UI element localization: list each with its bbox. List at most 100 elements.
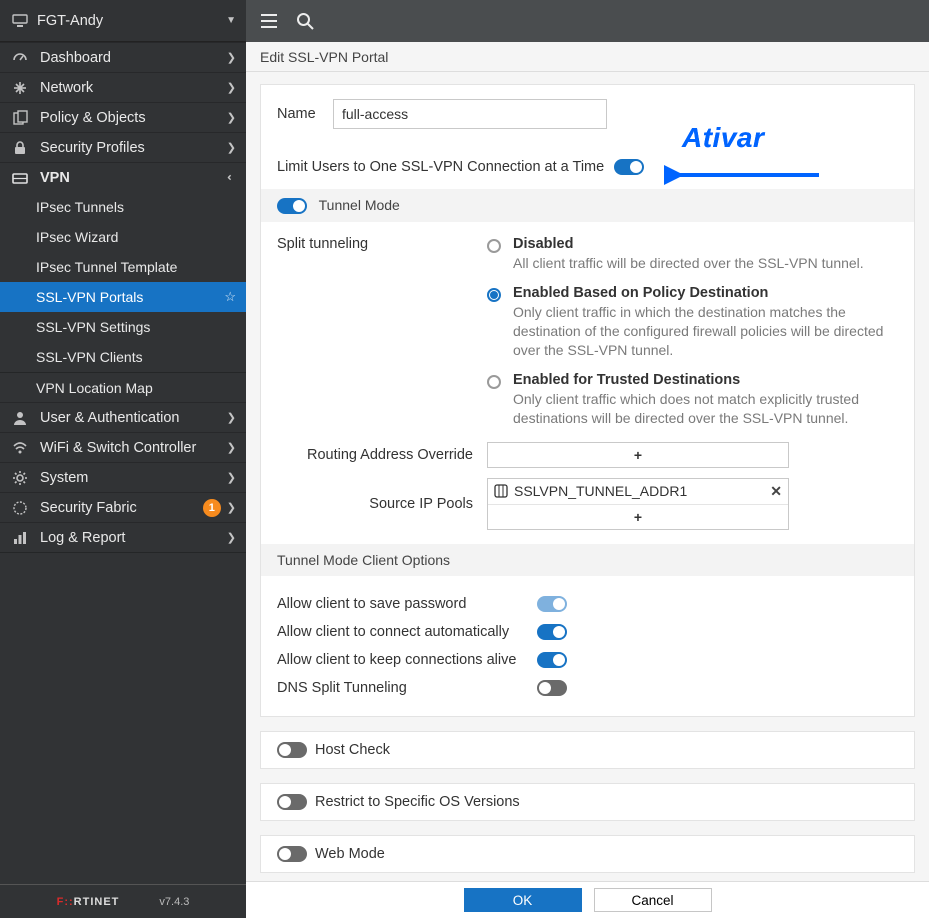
vpn-icon bbox=[12, 170, 30, 186]
split-option-trusted[interactable] bbox=[487, 375, 501, 389]
chevron-right-icon: ❯ bbox=[227, 51, 236, 64]
opt-title: Enabled Based on Policy Destination bbox=[513, 285, 898, 301]
section-restrict-os[interactable]: Restrict to Specific OS Versions bbox=[261, 784, 914, 820]
nav-label: WiFi & Switch Controller bbox=[40, 440, 227, 456]
network-icon bbox=[12, 80, 30, 96]
host-check-toggle[interactable] bbox=[277, 742, 307, 758]
subnav-label: SSL-VPN Portals bbox=[36, 289, 224, 305]
nav-user-auth[interactable]: User & Authentication ❯ bbox=[0, 402, 246, 432]
star-icon[interactable]: ☆ bbox=[224, 289, 236, 305]
chevron-right-icon: ❯ bbox=[227, 141, 236, 154]
subnav-ipsec-tunnel-template[interactable]: IPsec Tunnel Template bbox=[0, 252, 246, 282]
hamburger-icon[interactable] bbox=[260, 13, 278, 29]
limit-users-toggle[interactable] bbox=[614, 159, 644, 175]
opt-keep-alive: Allow client to keep connections alive bbox=[277, 652, 537, 668]
device-selector[interactable]: FGT-Andy ▼ bbox=[0, 0, 246, 42]
nav-label: Policy & Objects bbox=[40, 110, 227, 126]
brand-logo: F::RTINET bbox=[57, 896, 120, 908]
name-label: Name bbox=[277, 106, 333, 122]
subnav-sslvpn-clients[interactable]: SSL-VPN Clients bbox=[0, 342, 246, 372]
split-option-disabled[interactable] bbox=[487, 239, 501, 253]
source-ip-add[interactable]: + bbox=[488, 505, 788, 529]
section-host-check[interactable]: Host Check bbox=[261, 732, 914, 768]
toggle-save-password[interactable] bbox=[537, 596, 567, 612]
device-icon bbox=[12, 14, 28, 28]
nav-label: Dashboard bbox=[40, 50, 227, 66]
nav-log-report[interactable]: Log & Report ❯ bbox=[0, 522, 246, 552]
cancel-button[interactable]: Cancel bbox=[594, 888, 712, 912]
nav-vpn[interactable]: VPN ⌄ bbox=[0, 162, 246, 192]
nav-dashboard[interactable]: Dashboard ❯ bbox=[0, 42, 246, 72]
source-ip-label: Source IP Pools bbox=[277, 496, 487, 512]
toggle-keep-alive[interactable] bbox=[537, 652, 567, 668]
subnav-label: SSL-VPN Settings bbox=[36, 319, 236, 335]
limit-users-label: Limit Users to One SSL-VPN Connection at… bbox=[277, 159, 604, 175]
chevron-right-icon: ❯ bbox=[227, 531, 236, 544]
nav-label: Security Profiles bbox=[40, 140, 227, 156]
toggle-dns-split[interactable] bbox=[537, 680, 567, 696]
section-label: Restrict to Specific OS Versions bbox=[315, 794, 520, 810]
toggle-auto-connect[interactable] bbox=[537, 624, 567, 640]
tunnel-mode-label: Tunnel Mode bbox=[319, 197, 400, 213]
web-mode-toggle[interactable] bbox=[277, 846, 307, 862]
close-icon[interactable]: ✕ bbox=[770, 483, 782, 500]
nav-label: VPN bbox=[40, 170, 227, 186]
subnav-label: SSL-VPN Clients bbox=[36, 349, 236, 365]
search-icon[interactable] bbox=[296, 12, 314, 30]
nav-wifi-switch[interactable]: WiFi & Switch Controller ❯ bbox=[0, 432, 246, 462]
split-tunneling-label: Split tunneling bbox=[277, 236, 487, 252]
badge-count: 1 bbox=[203, 499, 221, 517]
opt-auto-connect: Allow client to connect automatically bbox=[277, 624, 537, 640]
subnav-ipsec-tunnels[interactable]: IPsec Tunnels bbox=[0, 192, 246, 222]
dashboard-icon bbox=[12, 50, 30, 66]
caret-down-icon: ▼ bbox=[226, 15, 236, 26]
chart-icon bbox=[12, 530, 30, 546]
content-area: Name Limit Users to One SSL-VPN Connecti… bbox=[246, 72, 929, 881]
tunnel-mode-toggle[interactable] bbox=[277, 198, 307, 214]
subnav-ipsec-wizard[interactable]: IPsec Wizard bbox=[0, 222, 246, 252]
nav-label: Security Fabric bbox=[40, 500, 203, 516]
topbar bbox=[246, 0, 929, 42]
opt-desc: Only client traffic in which the destina… bbox=[513, 303, 898, 360]
opt-desc: All client traffic will be directed over… bbox=[513, 254, 864, 273]
nav-label: System bbox=[40, 470, 227, 486]
opt-title: Enabled for Trusted Destinations bbox=[513, 372, 898, 388]
section-web-mode[interactable]: Web Mode bbox=[261, 836, 914, 872]
chevron-right-icon: ❯ bbox=[227, 471, 236, 484]
chevron-right-icon: ❯ bbox=[227, 441, 236, 454]
breadcrumb: Edit SSL-VPN Portal bbox=[246, 42, 929, 72]
nav-network[interactable]: Network ❯ bbox=[0, 72, 246, 102]
opt-title: Disabled bbox=[513, 236, 864, 252]
source-ip-chip[interactable]: SSLVPN_TUNNEL_ADDR1 ✕ bbox=[488, 479, 788, 505]
opt-dns-split: DNS Split Tunneling bbox=[277, 680, 537, 696]
source-ip-box[interactable]: SSLVPN_TUNNEL_ADDR1 ✕ + bbox=[487, 478, 789, 530]
nav-policy-objects[interactable]: Policy & Objects ❯ bbox=[0, 102, 246, 132]
wifi-icon bbox=[12, 440, 30, 456]
subnav-label: IPsec Tunnel Template bbox=[36, 259, 236, 275]
split-option-policy[interactable] bbox=[487, 288, 501, 302]
subnav-label: IPsec Wizard bbox=[36, 229, 236, 245]
subnav-sslvpn-portals[interactable]: SSL-VPN Portals ☆ bbox=[0, 282, 246, 312]
restrict-os-toggle[interactable] bbox=[277, 794, 307, 810]
subnav-vpn-location-map[interactable]: VPN Location Map bbox=[0, 372, 246, 402]
nav-label: Log & Report bbox=[40, 530, 227, 546]
address-icon bbox=[494, 484, 508, 498]
ok-button[interactable]: OK bbox=[464, 888, 582, 912]
chevron-right-icon: ❯ bbox=[227, 81, 236, 94]
routing-override-label: Routing Address Override bbox=[277, 447, 487, 463]
gear-icon bbox=[12, 470, 30, 486]
section-label: Web Mode bbox=[315, 846, 385, 862]
nav-system[interactable]: System ❯ bbox=[0, 462, 246, 492]
chevron-down-icon: ⌄ bbox=[225, 173, 238, 182]
policy-icon bbox=[12, 110, 30, 126]
subnav-sslvpn-settings[interactable]: SSL-VPN Settings bbox=[0, 312, 246, 342]
routing-override-box[interactable]: + bbox=[487, 442, 789, 468]
lock-icon bbox=[12, 140, 30, 156]
nav-label: Network bbox=[40, 80, 227, 96]
nav-security-fabric[interactable]: Security Fabric 1 ❯ bbox=[0, 492, 246, 522]
version-label: v7.4.3 bbox=[159, 896, 189, 908]
nav-security-profiles[interactable]: Security Profiles ❯ bbox=[0, 132, 246, 162]
routing-add[interactable]: + bbox=[488, 443, 788, 467]
fabric-icon bbox=[12, 500, 30, 516]
name-input[interactable] bbox=[333, 99, 607, 129]
